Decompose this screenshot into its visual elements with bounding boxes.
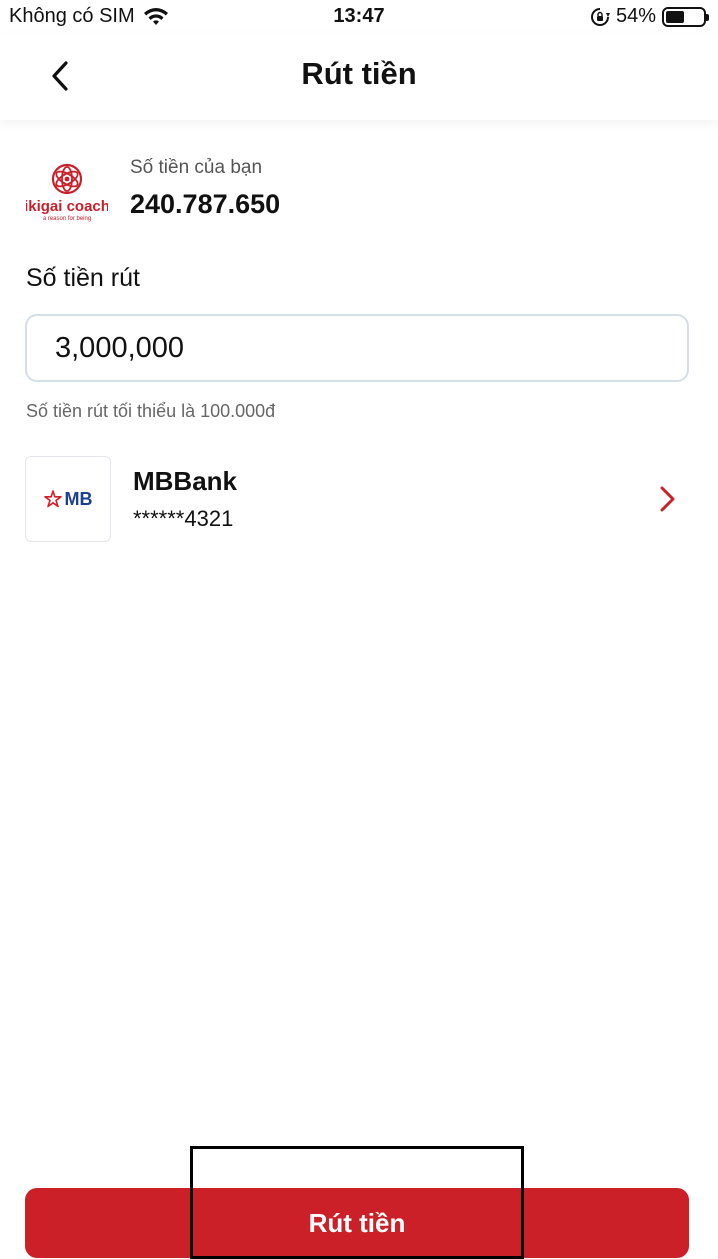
- balance-label: Số tiền của bạn: [130, 157, 263, 178]
- svg-text:ikigai coach: ikigai coach: [26, 198, 108, 215]
- battery-percent: 54%: [615, 5, 656, 27]
- balance-section: ikigai coach a reason for being Số tiền …: [26, 155, 686, 225]
- orientation-lock-icon: [591, 7, 610, 26]
- top-bar: Rút tiền: [0, 34, 718, 120]
- bank-account-number: ******4321: [133, 506, 234, 531]
- svg-text:a reason for being: a reason for being: [43, 216, 91, 222]
- withdraw-submit-button[interactable]: Rút tiền: [25, 1188, 689, 1258]
- withdraw-amount-label: Số tiền rút: [26, 264, 140, 292]
- status-right: 54%: [590, 5, 709, 28]
- ikigai-coach-logo: ikigai coach a reason for being: [26, 163, 108, 222]
- bank-name: MBBank: [133, 466, 238, 496]
- mb-star-icon: [43, 490, 62, 508]
- battery-icon: [662, 6, 709, 27]
- bank-logo-text: MB: [64, 488, 93, 509]
- withdraw-amount-input[interactable]: [25, 314, 689, 382]
- minimum-amount-hint: Số tiền rút tối thiểu là 100.000đ: [26, 401, 276, 421]
- bank-account-selector[interactable]: MB MBBank ******4321: [25, 456, 689, 542]
- balance-value: 240.787.650: [130, 189, 281, 219]
- mbbank-logo: MB: [25, 456, 111, 542]
- status-bar: Không có SIM 13:47 54%: [0, 0, 718, 34]
- page-title: Rút tiền: [301, 56, 417, 91]
- chevron-right-icon: [660, 486, 675, 512]
